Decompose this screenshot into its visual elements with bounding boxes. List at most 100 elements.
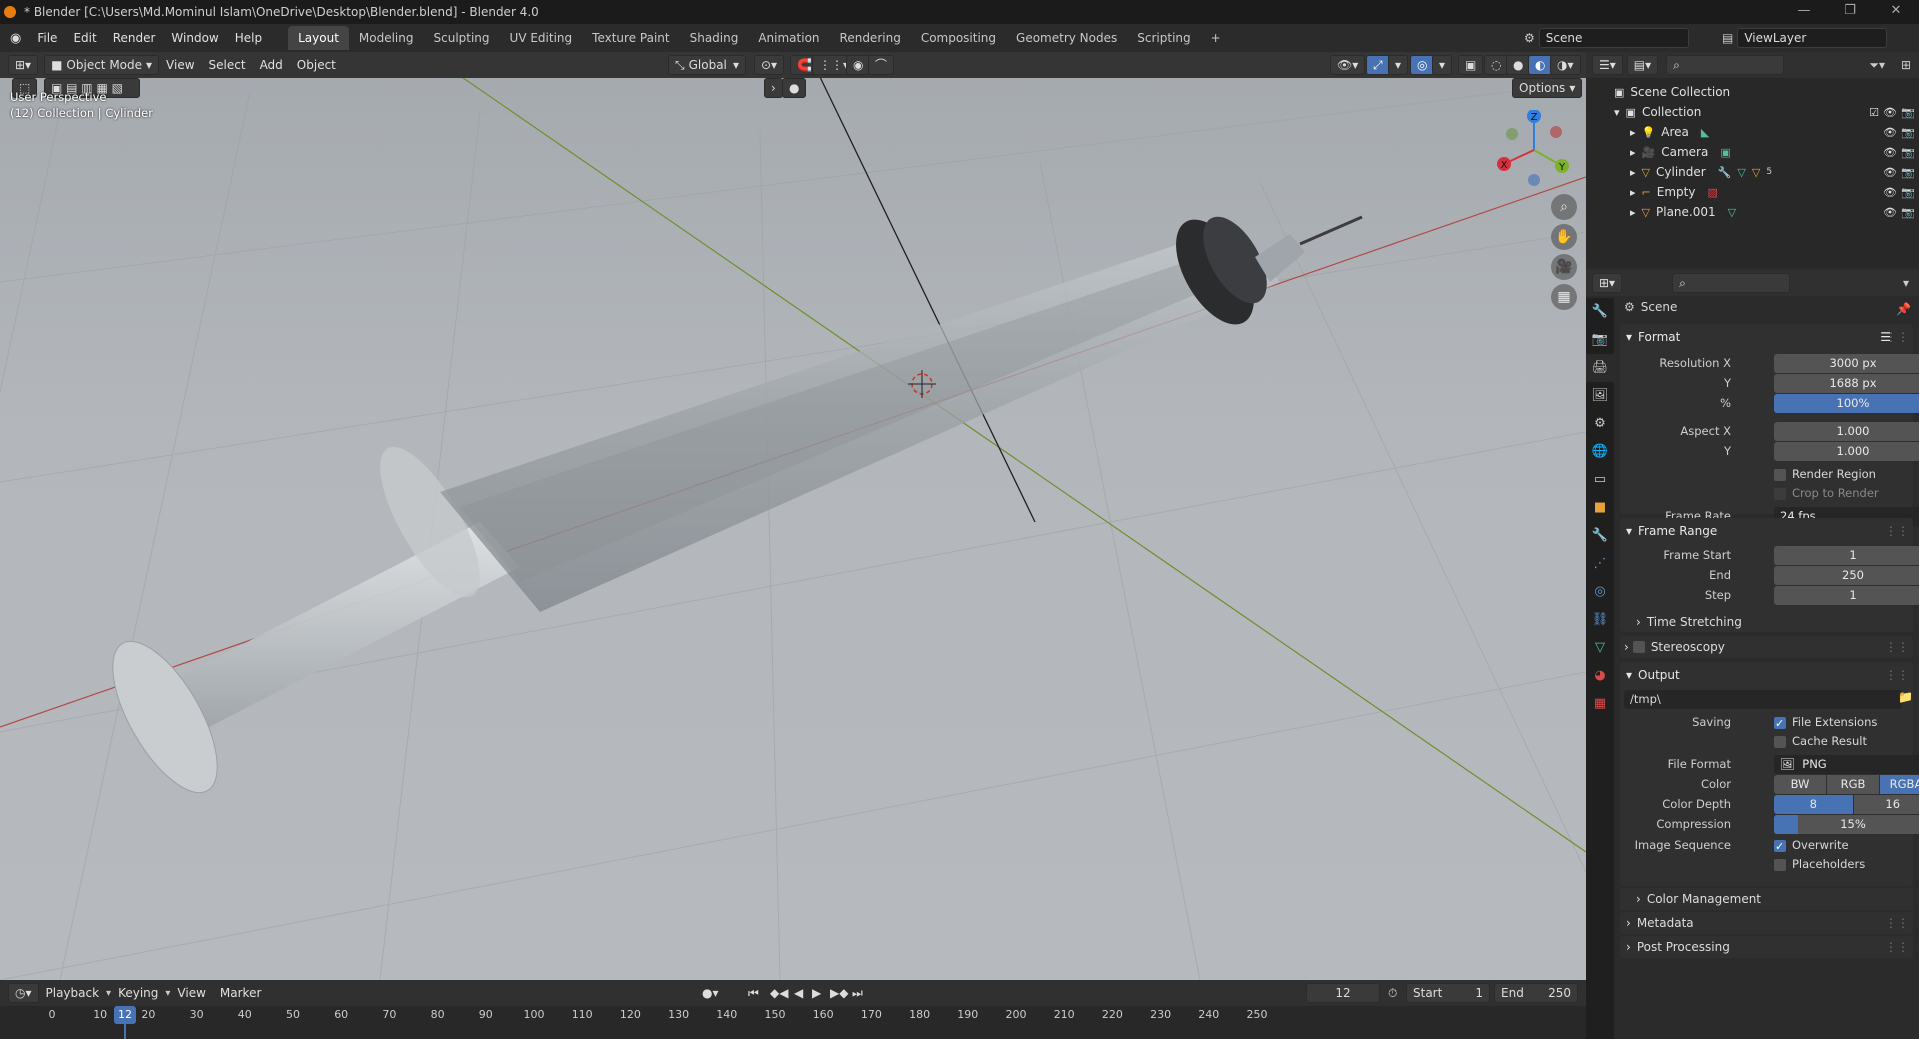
viewport-menu-select[interactable]: Select bbox=[202, 58, 253, 72]
eye-icon[interactable]: 👁 bbox=[1883, 126, 1897, 139]
expand-arrow-icon[interactable]: ▸ bbox=[1630, 186, 1636, 199]
outliner-item[interactable]: ▸ 🎥 Camera ▣ 👁 📷 bbox=[1586, 142, 1919, 162]
rendered-shading-icon[interactable]: ◑▾ bbox=[1550, 55, 1581, 75]
particles-tab-icon[interactable]: ⋰ bbox=[1586, 550, 1614, 578]
drag-handle-icon[interactable]: ⋮⋮ bbox=[1885, 524, 1909, 538]
navigation-gizmo[interactable]: Z Y X bbox=[1494, 109, 1574, 190]
modifier-tab-icon[interactable]: 🔧 bbox=[1586, 522, 1614, 550]
stereoscopy-checkbox[interactable] bbox=[1632, 641, 1645, 653]
visibility-icon[interactable]: 👁▾ bbox=[1330, 55, 1366, 75]
viewport-menu-add[interactable]: Add bbox=[253, 58, 290, 72]
outliner-item[interactable]: ▸ ▽ Plane.001 ▽ 👁 📷 bbox=[1586, 202, 1919, 222]
tab-rendering[interactable]: Rendering bbox=[830, 26, 911, 50]
viewport-menu-view[interactable]: View bbox=[159, 58, 201, 72]
file-extensions-checkbox[interactable]: File Extensions bbox=[1774, 713, 1877, 733]
end-frame-field[interactable]: End 250 bbox=[1494, 983, 1578, 1003]
add-workspace-button[interactable]: + bbox=[1201, 26, 1231, 50]
mode-selector[interactable]: ■ Object Mode ▾ bbox=[44, 55, 160, 75]
tab-texture-paint[interactable]: Texture Paint bbox=[582, 26, 679, 50]
drag-handle-icon[interactable]: ⋮⋮ bbox=[1885, 330, 1909, 344]
options-button[interactable]: Options ▾ bbox=[1512, 78, 1583, 98]
tab-uv-editing[interactable]: UV Editing bbox=[500, 26, 583, 50]
timeline-menu-view[interactable]: View bbox=[170, 986, 212, 1000]
gizmo-dropdown-icon[interactable]: ▾ bbox=[1388, 55, 1409, 75]
output-header[interactable]: ▾ Output ⋮⋮ bbox=[1620, 662, 1913, 688]
jump-start-icon[interactable]: ⏮ bbox=[748, 986, 759, 1001]
new-collection-icon[interactable]: ⊞ bbox=[1901, 58, 1911, 72]
world-tab-icon[interactable]: 🌐 bbox=[1586, 438, 1614, 466]
frame-ruler[interactable]: 0 10 20 30 40 50 60 70 80 90 100 110 120 130 140 150 160… bbox=[0, 1006, 1586, 1039]
color-depth-8-option[interactable]: 8 bbox=[1774, 795, 1853, 814]
format-header[interactable]: ▾ Format ☰ ⋮⋮ bbox=[1620, 324, 1913, 350]
timeline-menu-marker[interactable]: Marker bbox=[213, 986, 268, 1000]
resolution-y-field[interactable]: 1688 px bbox=[1774, 374, 1919, 393]
eye-icon[interactable]: 👁 bbox=[1883, 206, 1897, 219]
outliner-collection[interactable]: ▾ ▣ Collection ☑ 👁 📷 bbox=[1586, 102, 1919, 122]
solid-shading-icon[interactable]: ● bbox=[1506, 55, 1531, 75]
resolution-x-field[interactable]: 3000 px bbox=[1774, 354, 1919, 373]
texture-tab-icon[interactable]: ▦ bbox=[1586, 690, 1614, 718]
constraints-tab-icon[interactable]: ⛓ bbox=[1586, 606, 1614, 634]
render-camera-icon[interactable]: 📷 bbox=[1901, 146, 1915, 159]
ortho-grid-icon[interactable]: ▦ bbox=[1551, 284, 1577, 310]
outliner-search-input[interactable]: ⌕ bbox=[1666, 55, 1785, 75]
zoom-icon[interactable]: ⌕ bbox=[1551, 194, 1577, 220]
overlay-icon[interactable]: ◎ bbox=[1410, 55, 1435, 75]
tab-animation[interactable]: Animation bbox=[748, 26, 829, 50]
collection-tab-icon[interactable]: ▭ bbox=[1586, 466, 1614, 494]
time-stretching-header[interactable]: › Time Stretching bbox=[1620, 611, 1913, 633]
render-camera-icon[interactable]: 📷 bbox=[1901, 186, 1915, 199]
prev-keyframe-icon[interactable]: ◆◀ bbox=[770, 986, 788, 1000]
next-keyframe-icon[interactable]: ▶◆ bbox=[830, 986, 848, 1000]
tab-scripting[interactable]: Scripting bbox=[1127, 26, 1200, 50]
pin-icon[interactable]: 📌 bbox=[1896, 302, 1911, 316]
play-reverse-icon[interactable]: ◀ bbox=[794, 986, 803, 1000]
view-layer-icon[interactable]: ▤ bbox=[1722, 31, 1733, 45]
overlay-dropdown-icon[interactable]: ▾ bbox=[1432, 55, 1453, 75]
render-camera-icon[interactable]: 📷 bbox=[1901, 106, 1915, 119]
start-frame-field[interactable]: Start 1 bbox=[1406, 983, 1490, 1003]
timeline-menu-keying[interactable]: Keying bbox=[111, 986, 165, 1000]
expand-arrow-icon[interactable]: ▸ bbox=[1630, 206, 1636, 219]
tab-shading[interactable]: Shading bbox=[680, 26, 749, 50]
material-shading-icon[interactable]: ◐ bbox=[1528, 55, 1553, 75]
filter-icon[interactable]: ⏷▾ bbox=[1869, 58, 1885, 73]
drag-handle-icon[interactable]: ⋮⋮ bbox=[1885, 668, 1909, 682]
playhead[interactable]: 12 bbox=[114, 1006, 136, 1024]
overwrite-checkbox[interactable]: Overwrite bbox=[1774, 836, 1849, 856]
expand-arrow-icon[interactable]: ▾ bbox=[1614, 106, 1620, 119]
scene-icon[interactable]: ⚙ bbox=[1524, 31, 1535, 45]
color-depth-16-option[interactable]: 16 bbox=[1853, 795, 1919, 814]
menu-help[interactable]: Help bbox=[227, 28, 270, 48]
aspect-y-field[interactable]: 1.000 bbox=[1774, 442, 1919, 461]
tab-modeling[interactable]: Modeling bbox=[349, 26, 424, 50]
menu-window[interactable]: Window bbox=[163, 28, 226, 48]
material-preview-icon[interactable]: ● bbox=[782, 78, 807, 98]
scene-selector[interactable]: Scene bbox=[1538, 28, 1689, 48]
menu-file[interactable]: File bbox=[29, 28, 65, 48]
xray-icon[interactable]: ▣ bbox=[1458, 55, 1484, 75]
eye-icon[interactable]: 👁 bbox=[1883, 146, 1897, 159]
syringe-model[interactable] bbox=[92, 206, 1363, 808]
eye-icon[interactable]: 👁 bbox=[1883, 186, 1897, 199]
view-layer-tab-icon[interactable]: 🖼 bbox=[1586, 382, 1614, 410]
compression-slider[interactable]: 15% bbox=[1774, 815, 1919, 834]
blender-menu-icon[interactable]: ◉ bbox=[10, 31, 21, 46]
data-tab-icon[interactable]: ▽ bbox=[1586, 634, 1614, 662]
frame-end-field[interactable]: 250 bbox=[1774, 566, 1919, 585]
orientation-selector[interactable]: ⤡ Global ▾ bbox=[668, 55, 746, 75]
outliner-item[interactable]: ▸ ▽ Cylinder 🔧 ▽ ▽ 5 👁 📷 bbox=[1586, 162, 1919, 182]
tab-geometry-nodes[interactable]: Geometry Nodes bbox=[1006, 26, 1127, 50]
properties-editor-icon[interactable]: ⊞▾ bbox=[1592, 273, 1623, 293]
collapse-icon[interactable]: › bbox=[764, 78, 783, 98]
proportional-edit-icon[interactable]: ◉ bbox=[846, 55, 871, 75]
expand-arrow-icon[interactable]: ▸ bbox=[1630, 166, 1636, 179]
chevron-down-icon[interactable]: ▾ bbox=[1903, 276, 1909, 290]
camera-view-icon[interactable]: 🎥 bbox=[1551, 254, 1577, 280]
include-checkbox-icon[interactable]: ☑ bbox=[1869, 106, 1879, 119]
tool-tab-icon[interactable]: 🔧 bbox=[1586, 298, 1614, 326]
3d-viewport[interactable]: ⊞▾ ■ Object Mode ▾ View Select Add Objec… bbox=[0, 52, 1586, 980]
render-camera-icon[interactable]: 📷 bbox=[1901, 166, 1915, 179]
render-region-checkbox[interactable]: Render Region bbox=[1620, 465, 1913, 484]
wireframe-shading-icon[interactable]: ◌ bbox=[1484, 55, 1509, 75]
